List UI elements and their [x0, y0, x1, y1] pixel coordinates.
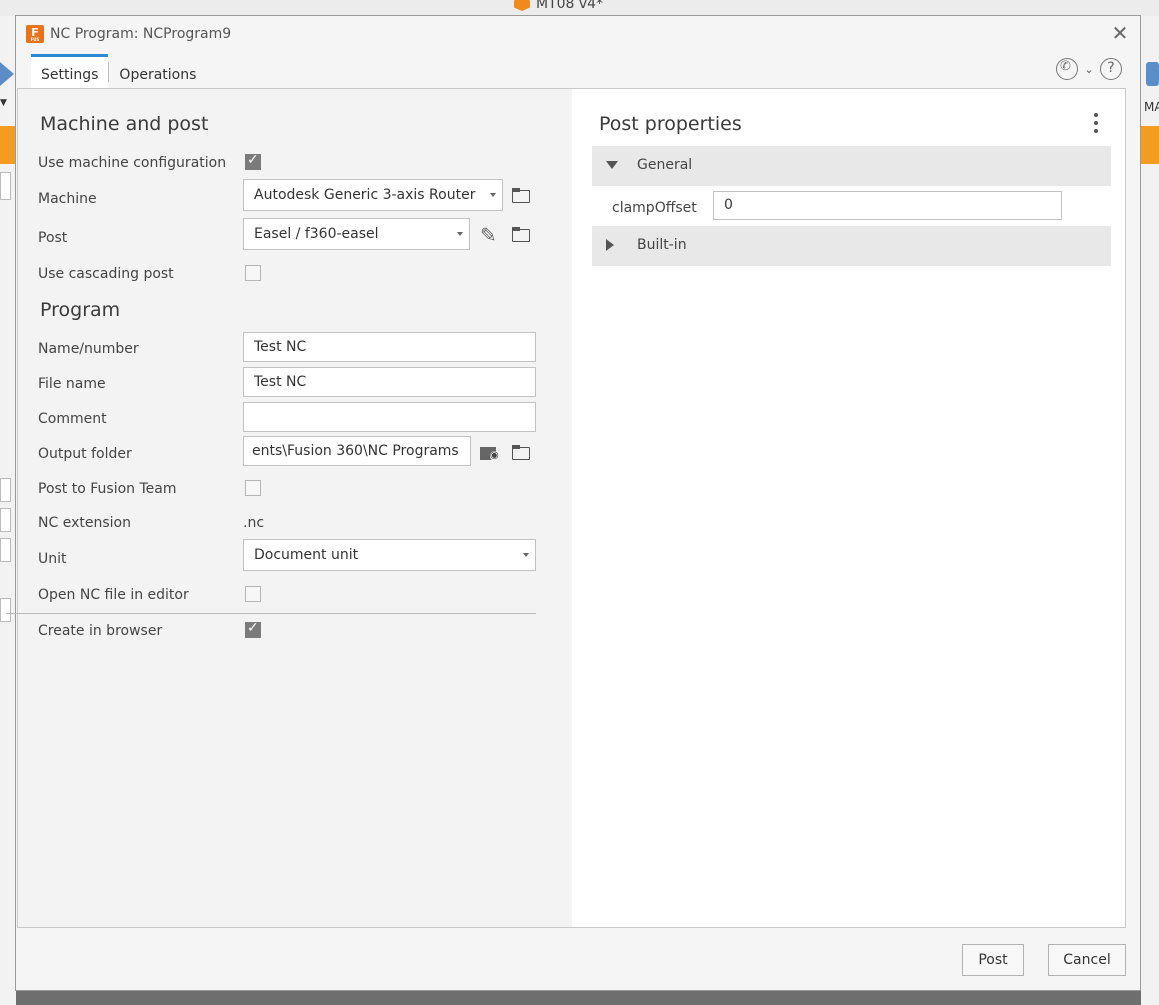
dialog-title: NC Program: NCProgram9 — [50, 26, 232, 42]
document-title: MT08 v4* — [514, 0, 603, 12]
dialog-titlebar[interactable]: F FUS NC Program: NCProgram9 ✕ — [16, 16, 1140, 54]
post-to-fusion-team-checkbox[interactable] — [245, 480, 261, 496]
tab-operations[interactable]: Operations — [109, 56, 206, 88]
toolbar-label: MA — [1144, 100, 1159, 114]
settings-pane: Machine and post Use machine configurati… — [6, 89, 572, 927]
name-number-input[interactable]: Test NC — [243, 332, 536, 362]
dialog-footer: Post Cancel — [16, 928, 1140, 990]
phone-support-icon[interactable] — [1056, 58, 1078, 80]
toolbar-dropdown-icon[interactable]: ▼ — [0, 98, 7, 108]
post-to-fusion-team-label: Post to Fusion Team — [38, 481, 177, 497]
output-folder-icon[interactable] — [510, 443, 534, 465]
open-folder-preview-icon[interactable] — [478, 443, 502, 465]
background-field — [0, 538, 11, 562]
open-nc-editor-checkbox[interactable] — [245, 586, 261, 602]
dialog-content: Machine and post Use machine configurati… — [6, 88, 1126, 928]
machine-label: Machine — [38, 191, 97, 207]
create-in-browser-checkbox[interactable] — [245, 620, 261, 638]
background-field — [0, 508, 11, 532]
post-value: Easel / f360-easel — [254, 226, 379, 242]
output-folder-input[interactable]: ents\Fusion 360\NC Programs — [243, 436, 471, 466]
cascading-post-label: Use cascading post — [38, 266, 174, 282]
output-folder-label: Output folder — [38, 446, 132, 462]
post-properties-heading: Post properties — [599, 113, 742, 135]
file-name-input[interactable]: Test NC — [243, 367, 536, 397]
post-folder-icon[interactable] — [510, 225, 534, 247]
machine-select[interactable]: Autodesk Generic 3-axis Router — [243, 179, 503, 211]
output-folder-value: ents\Fusion 360\NC Programs — [252, 443, 459, 459]
help-icon[interactable]: ? — [1100, 58, 1122, 80]
background-field — [0, 478, 11, 502]
machine-and-post-heading: Machine and post — [40, 113, 209, 135]
machine-value: Autodesk Generic 3-axis Router — [254, 187, 476, 203]
name-number-label: Name/number — [38, 341, 139, 357]
caret-right-icon — [606, 239, 614, 251]
clamp-offset-label: clampOffset — [612, 200, 697, 216]
post-properties-pane: Post properties General clampOffset 0 Bu… — [572, 89, 1125, 927]
toolbar-accent-left — [0, 126, 16, 164]
group-built-in-label: Built-in — [637, 237, 687, 253]
chevron-down-icon — [523, 553, 529, 557]
name-number-value: Test NC — [254, 339, 307, 355]
clamp-offset-input[interactable]: 0 — [713, 191, 1062, 220]
machine-folder-icon[interactable] — [510, 186, 534, 208]
chevron-down-icon[interactable]: ⌄ — [1082, 63, 1096, 76]
dialog-tabs: Settings Operations — [31, 54, 206, 88]
caret-down-icon — [606, 161, 618, 169]
unit-select[interactable]: Document unit — [243, 539, 536, 571]
document-title-text: MT08 v4* — [536, 0, 604, 12]
edit-post-pencil-icon[interactable] — [478, 223, 502, 247]
toolbar-window-icon[interactable] — [1146, 62, 1159, 86]
chevron-down-icon — [457, 232, 463, 236]
use-machine-config-label: Use machine configuration — [38, 155, 227, 171]
unit-value: Document unit — [254, 547, 359, 563]
fusion-app-icon: F FUS — [26, 25, 44, 43]
background-right-panel — [1141, 16, 1159, 1005]
nc-extension-value: .nc — [243, 515, 265, 531]
post-button[interactable]: Post — [962, 944, 1024, 976]
cascading-post-checkbox[interactable] — [245, 265, 261, 281]
comment-input[interactable] — [243, 402, 536, 432]
post-select[interactable]: Easel / f360-easel — [243, 218, 470, 250]
document-cube-icon — [514, 0, 530, 11]
use-machine-config-checkbox[interactable] — [245, 152, 261, 170]
open-nc-editor-label: Open NC file in editor — [38, 587, 189, 603]
nc-extension-label: NC extension — [38, 515, 131, 531]
unit-label: Unit — [38, 551, 67, 567]
settings-divider — [6, 613, 536, 614]
group-built-in[interactable]: Built-in — [592, 226, 1111, 266]
nc-program-dialog: F FUS NC Program: NCProgram9 ✕ Settings … — [6, 15, 1141, 991]
more-options-icon[interactable] — [1093, 113, 1099, 133]
chevron-down-icon — [490, 193, 496, 197]
group-general[interactable]: General — [592, 146, 1111, 186]
comment-label: Comment — [38, 411, 107, 427]
cancel-button[interactable]: Cancel — [1048, 944, 1126, 976]
tab-settings[interactable]: Settings — [31, 54, 109, 88]
app-icon-sub: FUS — [30, 37, 40, 42]
file-name-label: File name — [38, 376, 106, 392]
file-name-value: Test NC — [254, 374, 307, 390]
background-field — [0, 172, 11, 200]
group-general-label: General — [637, 157, 693, 173]
create-in-browser-label: Create in browser — [38, 623, 163, 639]
post-label: Post — [38, 230, 68, 246]
clamp-offset-value: 0 — [724, 197, 733, 213]
toolbar-accent-right — [1141, 126, 1159, 164]
close-icon[interactable]: ✕ — [1110, 23, 1130, 44]
background-field — [0, 598, 11, 622]
dialog-help-icons: ⌄ ? — [1056, 58, 1122, 80]
program-heading: Program — [40, 299, 121, 321]
